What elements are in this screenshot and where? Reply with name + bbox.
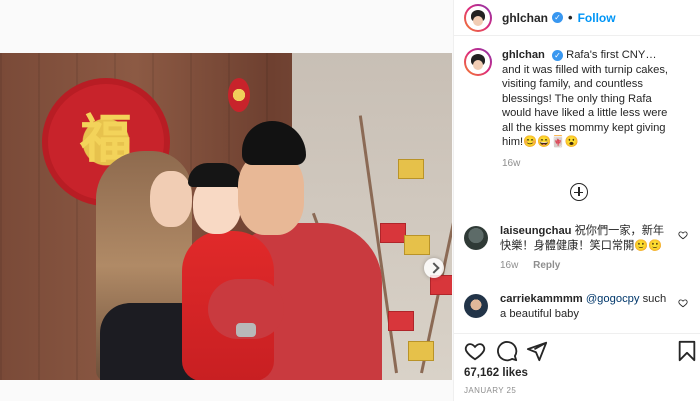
bookmark-icon[interactable] <box>676 340 698 362</box>
comment-username[interactable]: carriekammmm <box>500 293 583 305</box>
post-header: ghlchan ✓ • Follow <box>454 0 700 36</box>
comment-timestamp: 16w <box>500 260 519 271</box>
plus-circle-icon[interactable] <box>570 183 588 201</box>
chevron-right-icon[interactable] <box>424 258 444 278</box>
post-date[interactable]: JANUARY 25 <box>464 386 516 395</box>
comment-item: carriekammmm @gogocpy such a beautiful b… <box>464 292 694 321</box>
post-side-panel: ghlchan ✓ • Follow ghlchan ✓ Rafa's firs… <box>453 0 700 401</box>
red-envelope <box>404 235 430 255</box>
caption: ghlchan ✓ Rafa's first CNY…and it was fi… <box>454 48 700 150</box>
caption-body: Rafa's first CNY…and it was filled with … <box>502 49 669 148</box>
heart-icon[interactable] <box>464 340 486 362</box>
avatar[interactable] <box>464 3 492 32</box>
heart-icon[interactable] <box>678 230 688 240</box>
baby-hat <box>188 163 242 187</box>
likes-count[interactable]: 67,162 likes <box>464 367 528 379</box>
man-face <box>238 153 304 235</box>
verified-badge-icon: ✓ <box>552 49 563 61</box>
verified-badge-icon: ✓ <box>552 12 564 23</box>
caption-username[interactable]: ghlchan <box>502 49 545 61</box>
woman-face <box>150 171 192 227</box>
heart-icon[interactable] <box>678 298 688 308</box>
lantern-ornament <box>228 78 250 112</box>
comment-username[interactable]: laiseungchau <box>500 225 572 237</box>
red-envelope <box>398 159 424 179</box>
avatar[interactable] <box>464 294 488 318</box>
follow-button[interactable]: Follow <box>578 11 616 25</box>
header-separator: • <box>568 10 573 25</box>
caption-timestamp: 16w <box>502 157 521 169</box>
reply-button[interactable]: Reply <box>533 260 560 271</box>
comment-item: laiseungchau 祝你們一家，新年快樂！身體健康！笑口常開🙂🙂 16w … <box>464 224 694 274</box>
red-envelope <box>388 311 414 331</box>
avatar[interactable] <box>464 48 492 76</box>
header-username[interactable]: ghlchan <box>502 11 548 25</box>
red-envelope <box>380 223 406 243</box>
paper-plane-icon[interactable] <box>526 340 548 362</box>
avatar[interactable] <box>464 226 488 250</box>
caption-text: ghlchan ✓ Rafa's first CNY…and it was fi… <box>502 48 674 150</box>
wristwatch <box>236 323 256 337</box>
red-envelope <box>430 275 452 295</box>
comments-list[interactable]: ghlchan ✓ Rafa's first CNY…and it was fi… <box>454 48 700 333</box>
speech-bubble-icon[interactable] <box>496 340 518 362</box>
post-actions: 67,162 likes JANUARY 25 <box>454 333 700 401</box>
post-photo[interactable]: 福 <box>0 53 452 380</box>
comment-meta: 16w Reply <box>500 259 670 274</box>
comment-mention[interactable]: @gogocpy <box>586 293 640 305</box>
red-envelope <box>408 341 434 361</box>
